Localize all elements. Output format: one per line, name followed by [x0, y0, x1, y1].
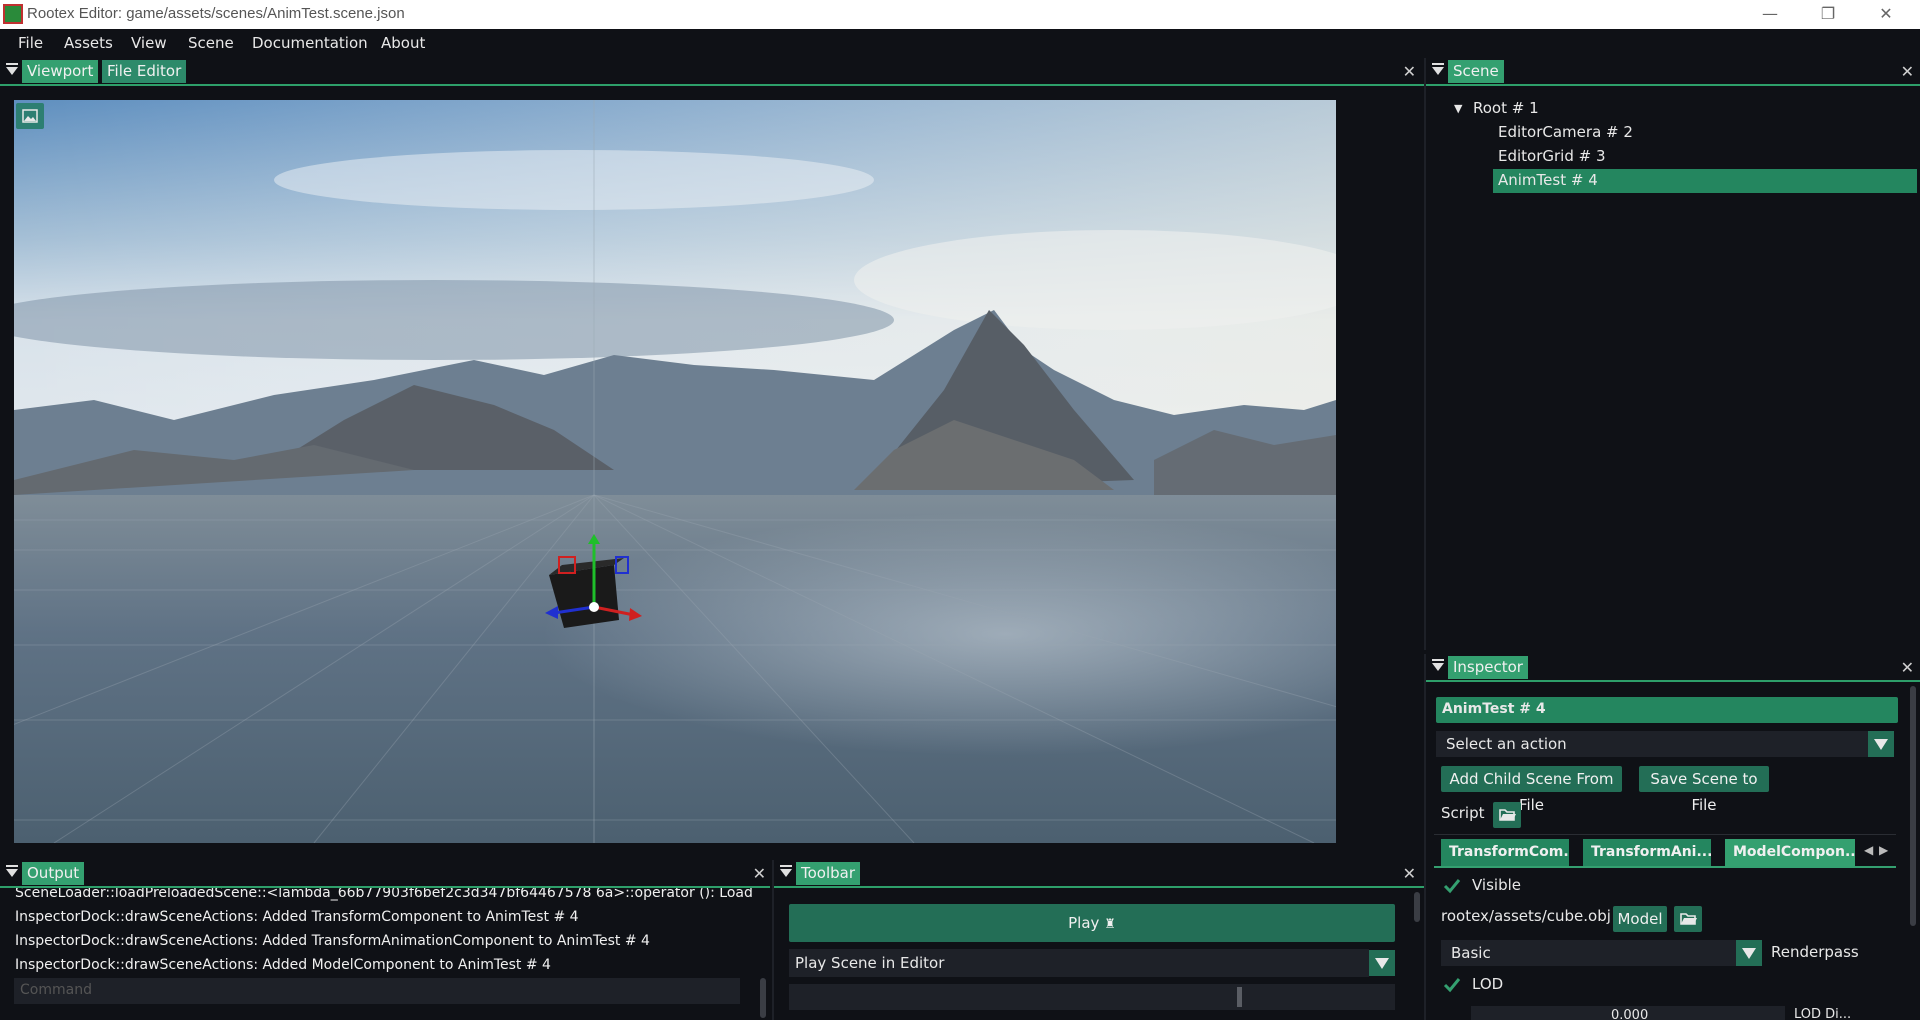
- tab-inspector[interactable]: Inspector: [1448, 656, 1528, 679]
- command-placeholder: Command: [20, 982, 92, 998]
- component-tab-underline: [1434, 866, 1896, 868]
- play-button-label: Play: [1068, 914, 1100, 932]
- log-line: InspectorDock::drawSceneActions: Added T…: [15, 909, 579, 925]
- toolbar-panel-header: Toolbar ✕: [774, 860, 1424, 886]
- viewport-panel-header: Viewport File Editor ✕: [0, 58, 1424, 84]
- tree-item-editorcamera[interactable]: EditorCamera # 2: [1498, 123, 1633, 141]
- menu-scene[interactable]: Scene: [188, 34, 234, 52]
- close-icon[interactable]: ✕: [1403, 62, 1416, 81]
- renderpass-label: Renderpass: [1771, 943, 1859, 961]
- output-panel-header: Output ✕: [0, 860, 770, 886]
- collapse-icon[interactable]: [6, 865, 18, 877]
- menu-about[interactable]: About: [381, 34, 425, 52]
- viewport-image-button[interactable]: [16, 103, 44, 129]
- log-line: InspectorDock::drawSceneActions: Added T…: [15, 933, 650, 949]
- tab-toolbar[interactable]: Toolbar: [796, 862, 861, 885]
- inspector-scrollbar[interactable]: [1910, 686, 1916, 926]
- tree-item-editorgrid[interactable]: EditorGrid # 3: [1498, 147, 1606, 165]
- scene-panel-header: Scene ✕: [1426, 58, 1920, 84]
- visible-checkbox[interactable]: [1441, 875, 1463, 897]
- tab-scroll-left-icon[interactable]: ◀: [1864, 843, 1873, 857]
- renderpass-select[interactable]: Basic: [1441, 940, 1747, 966]
- separator: [1434, 834, 1896, 835]
- visible-label: Visible: [1472, 876, 1521, 894]
- toolbar-slider[interactable]: [789, 984, 1395, 1010]
- output-scrollbar[interactable]: [760, 978, 766, 1018]
- chevron-down-icon[interactable]: [1868, 731, 1894, 757]
- model-browse-button[interactable]: [1674, 906, 1702, 932]
- app-logo-icon: [3, 4, 23, 24]
- collapse-icon[interactable]: [780, 865, 792, 877]
- tree-item-label: AnimTest # 4: [1498, 171, 1598, 189]
- menu-assets[interactable]: Assets: [64, 34, 113, 52]
- command-input[interactable]: Command: [14, 978, 740, 1004]
- close-icon[interactable]: ✕: [1901, 62, 1914, 81]
- play-mode-select[interactable]: Play Scene in Editor: [789, 949, 1369, 977]
- entity-name: AnimTest # 4: [1442, 701, 1546, 717]
- entity-name-header[interactable]: AnimTest # 4: [1436, 697, 1898, 723]
- title-bar: Rootex Editor: game/assets/scenes/AnimTe…: [0, 0, 1920, 29]
- panel-divider: [1426, 680, 1920, 682]
- save-scene-button[interactable]: Save Scene to File: [1639, 766, 1769, 814]
- close-icon[interactable]: ✕: [1901, 658, 1914, 677]
- folder-icon: [1499, 809, 1516, 821]
- chevron-down-icon[interactable]: [1736, 940, 1762, 966]
- script-browse-button[interactable]: [1493, 802, 1521, 828]
- menu-file[interactable]: File: [18, 34, 43, 52]
- add-child-scene-button[interactable]: Add Child Scene From File: [1441, 766, 1622, 814]
- action-select[interactable]: Select an action: [1436, 731, 1868, 757]
- tree-expand-icon[interactable]: ▼: [1454, 102, 1462, 115]
- panel-divider: [1426, 84, 1920, 86]
- component-tab-model[interactable]: ModelCompon...: [1725, 839, 1855, 866]
- model-button[interactable]: Model: [1613, 906, 1667, 932]
- slider-handle[interactable]: [1237, 987, 1242, 1007]
- chevron-down-icon[interactable]: [1369, 950, 1395, 976]
- log-line: SceneLoader::loadPreloadedScene::<lambda…: [15, 888, 752, 901]
- inspector-panel: Inspector ✕ AnimTest # 4 Select an actio…: [1424, 654, 1920, 1020]
- collapse-icon[interactable]: [1432, 63, 1444, 75]
- toolbar-panel: Toolbar ✕ Play ♜ Play Scene in Editor: [772, 860, 1424, 1020]
- menu-bar: File Assets View Scene Documentation Abo…: [0, 29, 1920, 58]
- lod-label: LOD: [1472, 975, 1504, 993]
- minimize-button[interactable]: —: [1750, 3, 1790, 25]
- tab-output[interactable]: Output: [22, 862, 85, 885]
- model-path: rootex/assets/cube.obj: [1441, 907, 1611, 925]
- component-tab-transform-animation[interactable]: TransformAni...: [1583, 839, 1711, 866]
- collapse-icon[interactable]: [1432, 659, 1444, 671]
- folder-icon: [1680, 913, 1697, 925]
- output-log: SceneLoader::loadPreloadedScene::<lambda…: [0, 888, 752, 982]
- close-icon[interactable]: ✕: [753, 864, 766, 883]
- lod-checkbox[interactable]: [1441, 974, 1463, 996]
- scene-render-image: [14, 100, 1336, 843]
- tab-file-editor[interactable]: File Editor: [102, 60, 187, 83]
- tree-item-root[interactable]: Root # 1: [1473, 99, 1539, 117]
- image-icon: [22, 109, 38, 123]
- close-window-button[interactable]: ✕: [1866, 3, 1906, 25]
- tab-viewport[interactable]: Viewport: [22, 60, 99, 83]
- close-icon[interactable]: ✕: [1403, 864, 1416, 883]
- script-label: Script: [1441, 804, 1485, 822]
- maximize-button[interactable]: ❐: [1808, 3, 1848, 25]
- menu-view[interactable]: View: [131, 34, 167, 52]
- lod-distance-slider[interactable]: 0.000: [1471, 1006, 1785, 1020]
- panel-divider: [774, 886, 1424, 888]
- scene-panel: Scene ✕ ▼ Root # 1 EditorCamera # 2 Edit…: [1424, 58, 1920, 650]
- tab-scroll-right-icon[interactable]: ▶: [1879, 843, 1888, 857]
- tree-item-animtest[interactable]: AnimTest # 4: [1493, 169, 1917, 193]
- tab-scene[interactable]: Scene: [1448, 60, 1504, 83]
- log-line: InspectorDock::drawSceneActions: Added M…: [15, 957, 551, 973]
- output-panel: Output ✕ SceneLoader::loadPreloadedScene…: [0, 860, 770, 1020]
- viewport-render[interactable]: [14, 100, 1336, 843]
- window-title: Rootex Editor: game/assets/scenes/AnimTe…: [27, 5, 405, 22]
- component-tab-transform[interactable]: TransformCom...: [1441, 839, 1569, 866]
- toolbar-scrollbar[interactable]: [1414, 892, 1420, 922]
- play-button[interactable]: Play ♜: [789, 904, 1395, 942]
- inspector-panel-header: Inspector ✕: [1426, 654, 1920, 680]
- collapse-icon[interactable]: [6, 63, 18, 75]
- play-icon: ♜: [1104, 917, 1116, 932]
- lod-distance-value: 0.000: [1611, 1008, 1649, 1020]
- menu-documentation[interactable]: Documentation: [252, 34, 368, 52]
- panel-divider: [0, 84, 1424, 86]
- lod-distance-label: LOD Di...: [1794, 1007, 1852, 1020]
